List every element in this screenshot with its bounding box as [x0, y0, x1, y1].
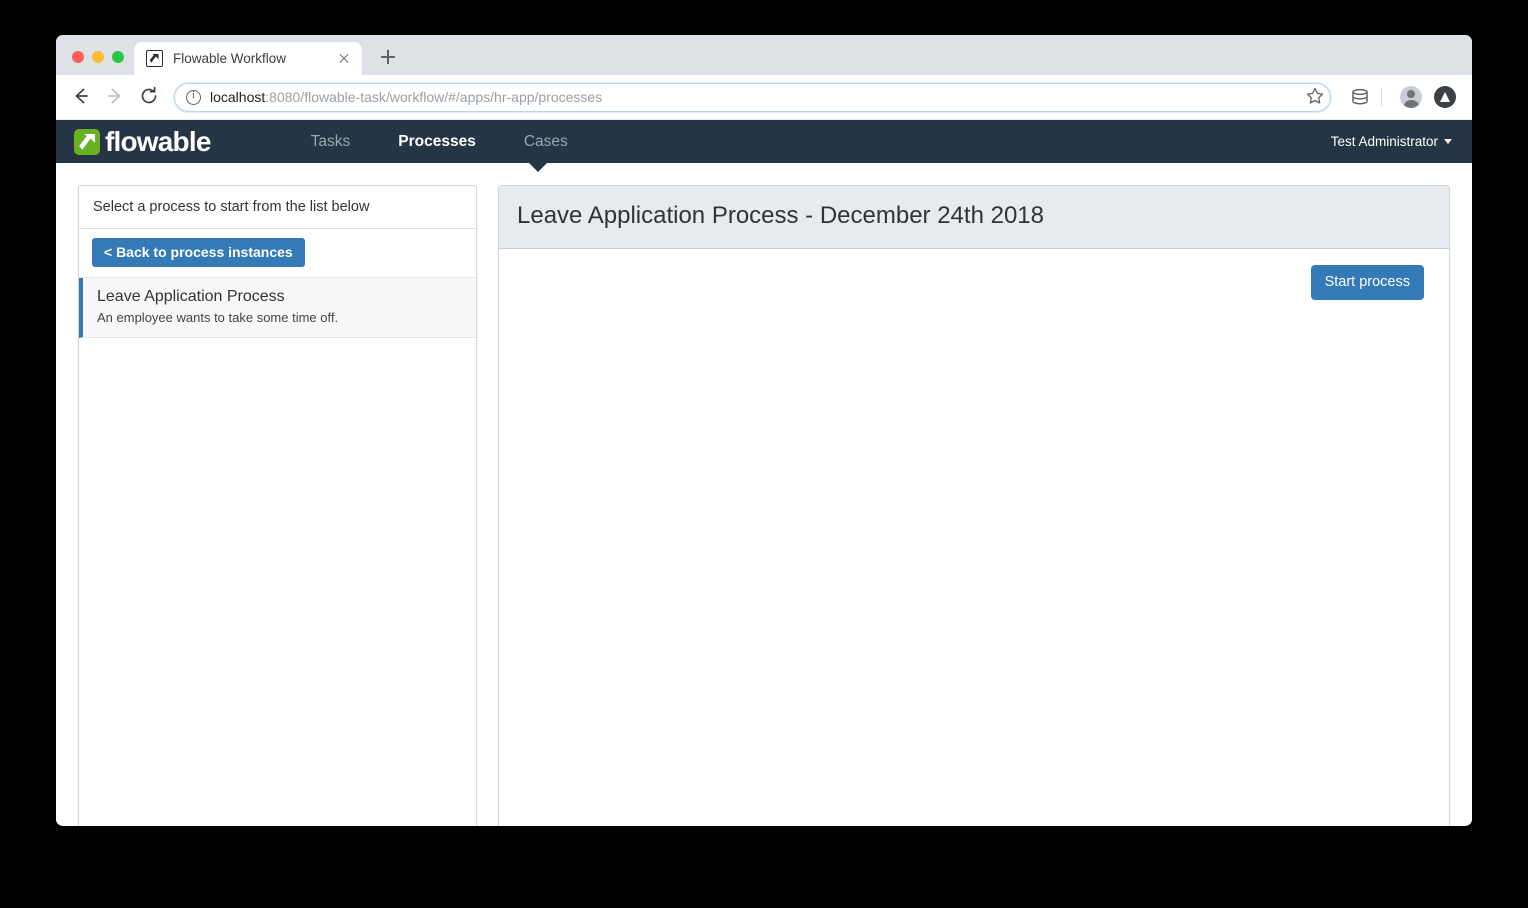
flowable-app: flowable Tasks Processes Cases Test Admi… [56, 120, 1472, 826]
database-stack-icon[interactable] [1347, 84, 1373, 110]
nav-tab-tasks[interactable]: Tasks [287, 120, 375, 163]
url-host: localhost [210, 89, 266, 105]
url-path: :8080/flowable-task/workflow/#/apps/hr-a… [265, 89, 603, 105]
window-traffic-lights [56, 51, 134, 75]
new-tab-button[interactable] [374, 43, 402, 71]
browser-toolbar: localhost:8080/flowable-task/workflow/#/… [56, 75, 1472, 120]
user-menu[interactable]: Test Administrator [1331, 134, 1452, 149]
process-detail-header: Leave Application Process - December 24t… [499, 186, 1449, 249]
browser-tab-strip: Flowable Workflow [56, 35, 1472, 75]
chevron-down-icon [1444, 139, 1452, 144]
flowable-favicon-icon [146, 50, 163, 67]
back-to-process-instances-button[interactable]: < Back to process instances [92, 238, 305, 267]
minimize-window-button[interactable] [92, 51, 104, 63]
close-window-button[interactable] [72, 51, 84, 63]
active-tab-caret-icon [529, 163, 547, 172]
close-tab-icon[interactable] [336, 51, 352, 67]
profile-avatar-icon[interactable] [1398, 84, 1424, 110]
url-text: localhost:8080/flowable-task/workflow/#/… [210, 89, 602, 105]
start-process-button[interactable]: Start process [1310, 265, 1424, 300]
process-detail-body: Start process [499, 249, 1449, 826]
tab-title: Flowable Workflow [173, 51, 287, 66]
back-button[interactable] [66, 82, 96, 112]
update-arrow-icon[interactable] [1432, 84, 1458, 110]
maximize-window-button[interactable] [112, 51, 124, 63]
list-item[interactable]: Leave Application Process An employee wa… [79, 278, 476, 338]
nav-tab-processes[interactable]: Processes [374, 120, 500, 163]
user-menu-label: Test Administrator [1330, 134, 1438, 149]
process-item-description: An employee wants to take some time off. [97, 310, 339, 325]
browser-tab[interactable]: Flowable Workflow [134, 42, 362, 75]
process-list-header: Select a process to start from the list … [79, 186, 476, 229]
brand-name: flowable [105, 125, 211, 157]
reload-button[interactable] [134, 82, 164, 112]
address-bar[interactable]: localhost:8080/flowable-task/workflow/#/… [174, 82, 1331, 112]
nav-tab-cases[interactable]: Cases [500, 120, 592, 163]
flowable-logo[interactable]: flowable [74, 125, 211, 157]
app-navbar: flowable Tasks Processes Cases Test Admi… [56, 120, 1472, 172]
main-nav: Tasks Processes Cases [287, 120, 592, 163]
toolbar-divider [1381, 88, 1382, 106]
flowable-arrow-icon [74, 128, 100, 155]
bookmark-star-icon[interactable] [1305, 86, 1327, 108]
browser-window: Flowable Workflow localhost [56, 35, 1472, 826]
page-title: Leave Application Process - December 24t… [517, 202, 1044, 229]
page-body: Select a process to start from the list … [56, 163, 1472, 826]
site-info-icon[interactable] [186, 89, 201, 105]
process-detail-panel: Leave Application Process - December 24t… [498, 185, 1450, 826]
process-list-actions: < Back to process instances [79, 229, 476, 278]
process-list-panel: Select a process to start from the list … [78, 185, 477, 826]
forward-button[interactable] [100, 82, 130, 112]
process-item-title: Leave Application Process [97, 288, 285, 305]
